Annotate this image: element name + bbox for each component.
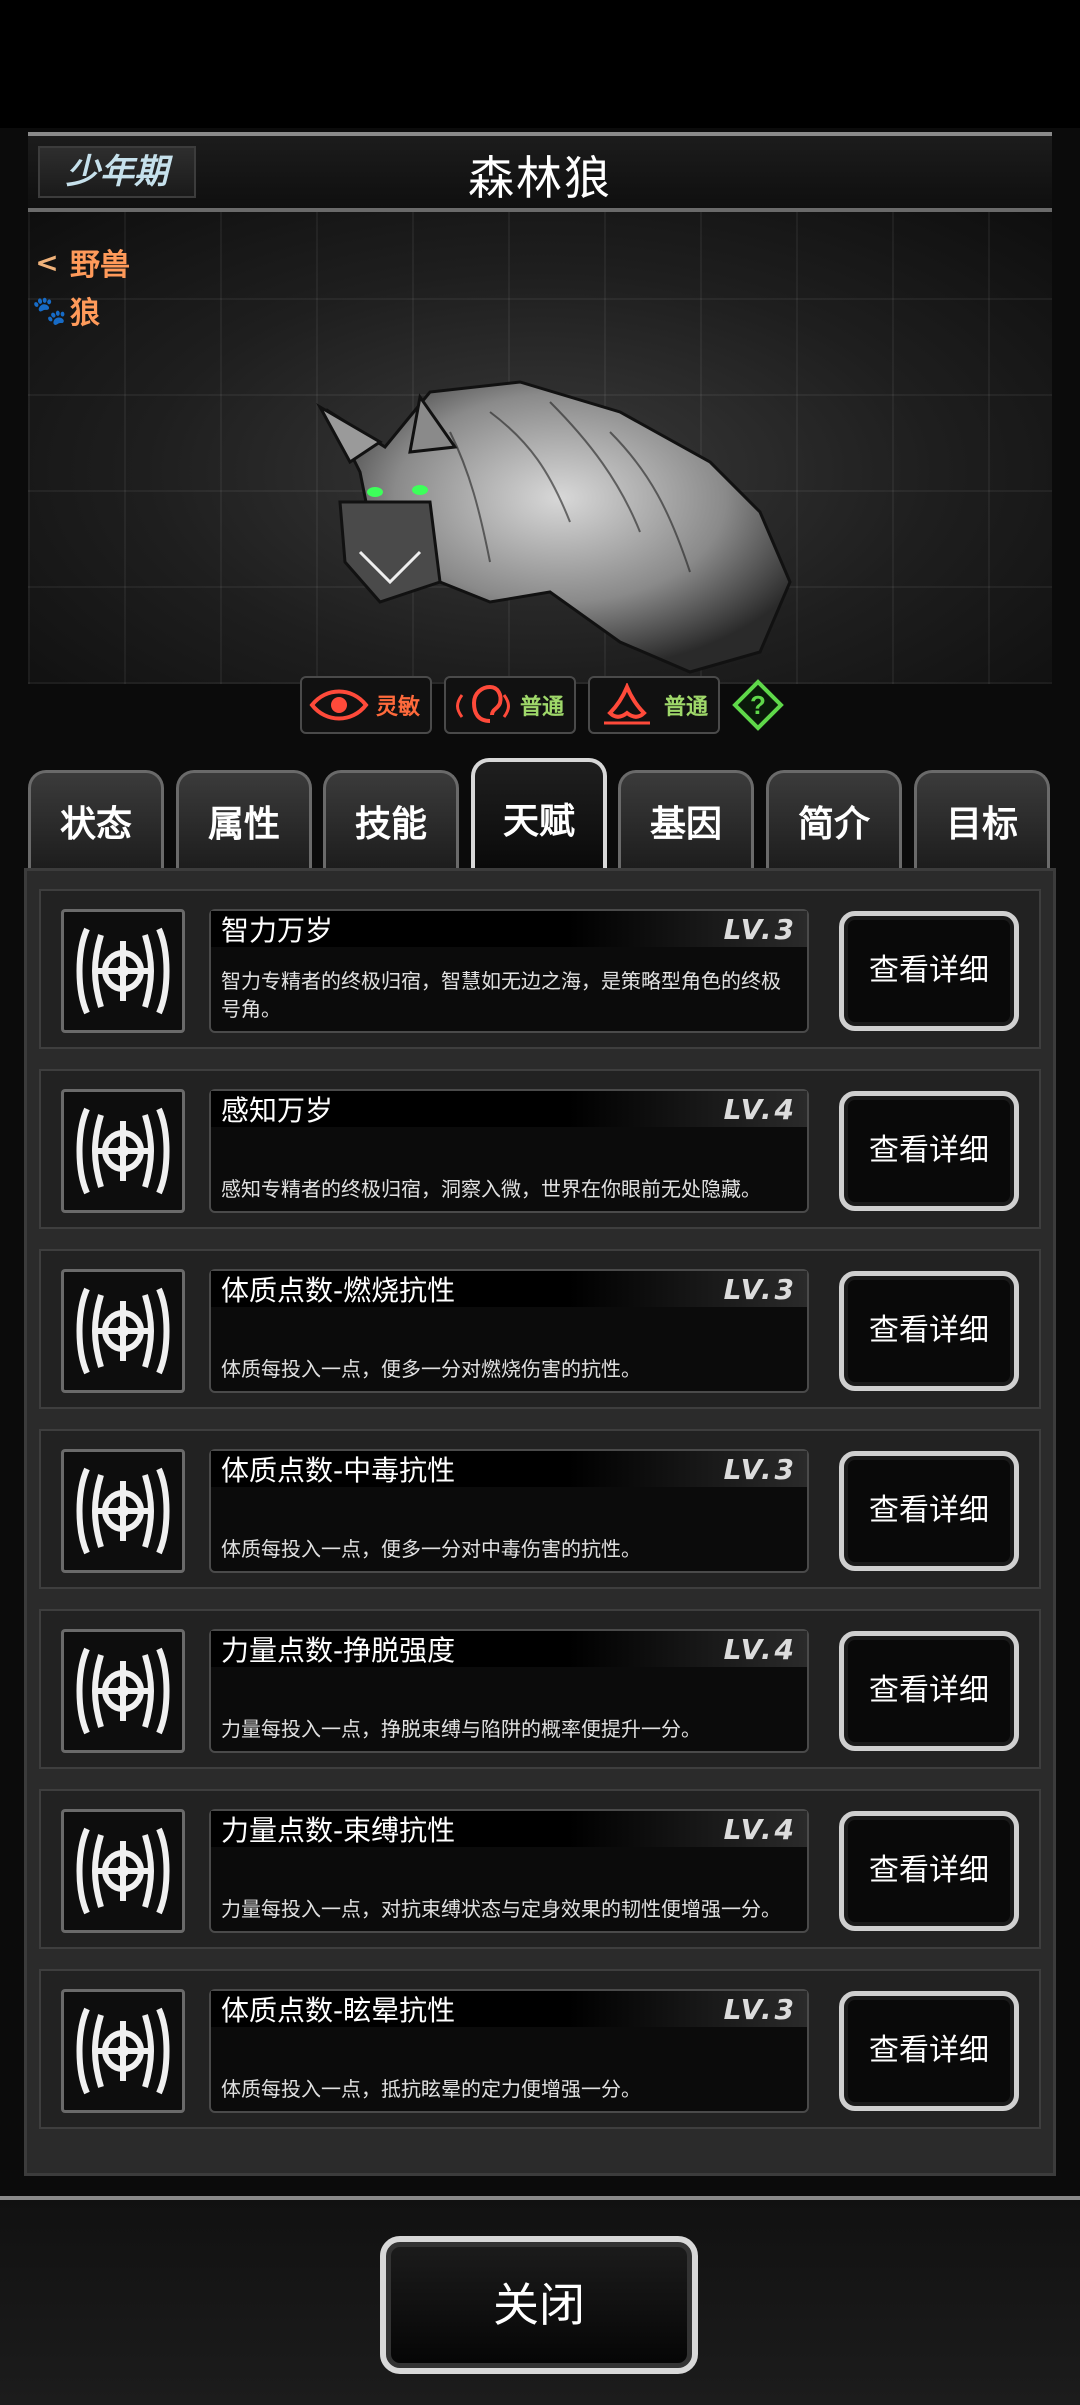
talent-title: 感知万岁 [221, 1094, 334, 1127]
nose-icon [596, 683, 658, 727]
wolf-illustration [316, 380, 792, 674]
sense-hearing[interactable]: 普通 [444, 676, 576, 734]
talent-card: 智力万岁 LV.3 智力专精者的终极归宿，智慧如无边之海，是策略型角色的终极号角… [39, 889, 1041, 1049]
view-detail-button[interactable]: 查看详细 [839, 1991, 1019, 2111]
view-detail-button[interactable]: 查看详细 [839, 911, 1019, 1031]
creature-portrait: < 野兽 🐾 狼 [28, 212, 1052, 684]
talent-title-bar: 体质点数-燃烧抗性 LV.3 [211, 1271, 807, 1307]
tag-label: 狼 [70, 296, 100, 331]
talent-card: 力量点数-束缚抗性 LV.4 力量每投入一点，对抗束缚状态与定身效果的韧性便增强… [39, 1789, 1041, 1949]
view-detail-button[interactable]: 查看详细 [839, 1271, 1019, 1391]
talent-info: 力量点数-束缚抗性 LV.4 力量每投入一点，对抗束缚状态与定身效果的韧性便增强… [209, 1809, 809, 1933]
tag-list: < 野兽 🐾 狼 [32, 238, 130, 334]
talent-description: 力量每投入一点，对抗束缚状态与定身效果的韧性便增强一分。 [221, 1897, 781, 1921]
view-detail-button[interactable]: 查看详细 [839, 1451, 1019, 1571]
tag-wolf: 🐾 狼 [32, 286, 130, 334]
eye-icon [308, 683, 370, 727]
header: 少年期 森林狼 [28, 132, 1052, 212]
tab-talents[interactable]: 天赋 [471, 758, 607, 868]
talent-title-bar: 智力万岁 LV.3 [211, 911, 807, 947]
talent-description: 体质每投入一点，便多一分对燃烧伤害的抗性。 [221, 1357, 641, 1381]
close-button[interactable]: 关闭 [380, 2236, 698, 2374]
help-icon[interactable]: ? [732, 679, 784, 731]
tab-status[interactable]: 状态 [28, 770, 164, 868]
talent-description: 体质每投入一点，便多一分对中毒伤害的抗性。 [221, 1537, 641, 1561]
talent-rune-icon [61, 1809, 185, 1933]
top-bar [0, 0, 1080, 128]
talent-rune-icon [61, 1989, 185, 2113]
tab-attributes[interactable]: 属性 [176, 770, 312, 868]
talent-title: 智力万岁 [221, 914, 334, 947]
talent-title-bar: 感知万岁 LV.4 [211, 1091, 807, 1127]
talent-title-bar: 力量点数-束缚抗性 LV.4 [211, 1811, 807, 1847]
talent-level: LV.3 [723, 912, 797, 946]
share-icon: < [35, 245, 59, 279]
talent-title-bar: 体质点数-眩晕抗性 LV.3 [211, 1991, 807, 2027]
talent-info: 体质点数-眩晕抗性 LV.3 体质每投入一点，抵抗眩晕的定力便增强一分。 [209, 1989, 809, 2113]
talent-description: 体质每投入一点，抵抗眩晕的定力便增强一分。 [221, 2077, 641, 2101]
talent-level: LV.4 [723, 1812, 797, 1846]
talent-description: 智力专精者的终极归宿，智慧如无边之海，是策略型角色的终极号角。 [221, 969, 781, 1021]
talent-title-bar: 体质点数-中毒抗性 LV.3 [211, 1451, 807, 1487]
paw-icon: 🐾 [32, 293, 67, 327]
tab-bar: 状态 属性 技能 天赋 基因 简介 目标 [28, 758, 1052, 868]
sense-smell[interactable]: 普通 [588, 676, 720, 734]
talent-info: 力量点数-挣脱强度 LV.4 力量每投入一点，挣脱束缚与陷阱的概率便提升一分。 [209, 1629, 809, 1753]
talent-rune-icon [61, 1449, 185, 1573]
footer: 关闭 [0, 2196, 1080, 2405]
tag-beast: < 野兽 [32, 238, 130, 286]
talent-list[interactable]: 智力万岁 LV.3 智力专精者的终极归宿，智慧如无边之海，是策略型角色的终极号角… [24, 868, 1056, 2176]
tab-intro[interactable]: 简介 [766, 770, 902, 868]
sense-value: 普通 [520, 695, 565, 720]
tab-skills[interactable]: 技能 [323, 770, 459, 868]
ear-icon [452, 683, 514, 727]
tag-label: 野兽 [70, 248, 130, 283]
talent-title: 体质点数-中毒抗性 [221, 1454, 456, 1487]
talent-rune-icon [61, 1089, 185, 1213]
talent-title: 体质点数-燃烧抗性 [221, 1274, 456, 1307]
sense-value: 灵敏 [376, 695, 421, 720]
talent-card: 感知万岁 LV.4 感知专精者的终极归宿，洞察入微，世界在你眼前无处隐藏。 查看… [39, 1069, 1041, 1229]
talent-description: 感知专精者的终极归宿，洞察入微，世界在你眼前无处隐藏。 [221, 1177, 761, 1201]
talent-level: LV.4 [723, 1092, 797, 1126]
talent-level: LV.3 [723, 1452, 797, 1486]
talent-info: 智力万岁 LV.3 智力专精者的终极归宿，智慧如无边之海，是策略型角色的终极号角… [209, 909, 809, 1033]
help-label: ? [750, 690, 766, 720]
sense-sight[interactable]: 灵敏 [300, 676, 432, 734]
sense-value: 普通 [664, 695, 709, 720]
talent-info: 体质点数-中毒抗性 LV.3 体质每投入一点，便多一分对中毒伤害的抗性。 [209, 1449, 809, 1573]
view-detail-button[interactable]: 查看详细 [839, 1811, 1019, 1931]
talent-title: 体质点数-眩晕抗性 [221, 1994, 456, 2027]
talent-card: 体质点数-燃烧抗性 LV.3 体质每投入一点，便多一分对燃烧伤害的抗性。 查看详… [39, 1249, 1041, 1409]
talent-card: 体质点数-中毒抗性 LV.3 体质每投入一点，便多一分对中毒伤害的抗性。 查看详… [39, 1429, 1041, 1589]
talent-rune-icon [61, 1269, 185, 1393]
talent-rune-icon [61, 909, 185, 1033]
talent-level: LV.4 [723, 1632, 797, 1666]
tab-goals[interactable]: 目标 [914, 770, 1050, 868]
tab-genes[interactable]: 基因 [618, 770, 754, 868]
talent-level: LV.3 [723, 1992, 797, 2026]
senses-row: 灵敏 普通 普通 ? [300, 676, 784, 734]
talent-title-bar: 力量点数-挣脱强度 LV.4 [211, 1631, 807, 1667]
view-detail-button[interactable]: 查看详细 [839, 1631, 1019, 1751]
creature-name: 森林狼 [468, 151, 612, 205]
talent-rune-icon [61, 1629, 185, 1753]
talent-info: 体质点数-燃烧抗性 LV.3 体质每投入一点，便多一分对燃烧伤害的抗性。 [209, 1269, 809, 1393]
talent-card: 体质点数-眩晕抗性 LV.3 体质每投入一点，抵抗眩晕的定力便增强一分。 查看详… [39, 1969, 1041, 2129]
talent-level: LV.3 [723, 1272, 797, 1306]
talent-info: 感知万岁 LV.4 感知专精者的终极归宿，洞察入微，世界在你眼前无处隐藏。 [209, 1089, 809, 1213]
talent-title: 力量点数-挣脱强度 [221, 1634, 456, 1667]
talent-title: 力量点数-束缚抗性 [221, 1814, 456, 1847]
view-detail-button[interactable]: 查看详细 [839, 1091, 1019, 1211]
talent-description: 力量每投入一点，挣脱束缚与陷阱的概率便提升一分。 [221, 1717, 701, 1741]
talent-card: 力量点数-挣脱强度 LV.4 力量每投入一点，挣脱束缚与陷阱的概率便提升一分。 … [39, 1609, 1041, 1769]
